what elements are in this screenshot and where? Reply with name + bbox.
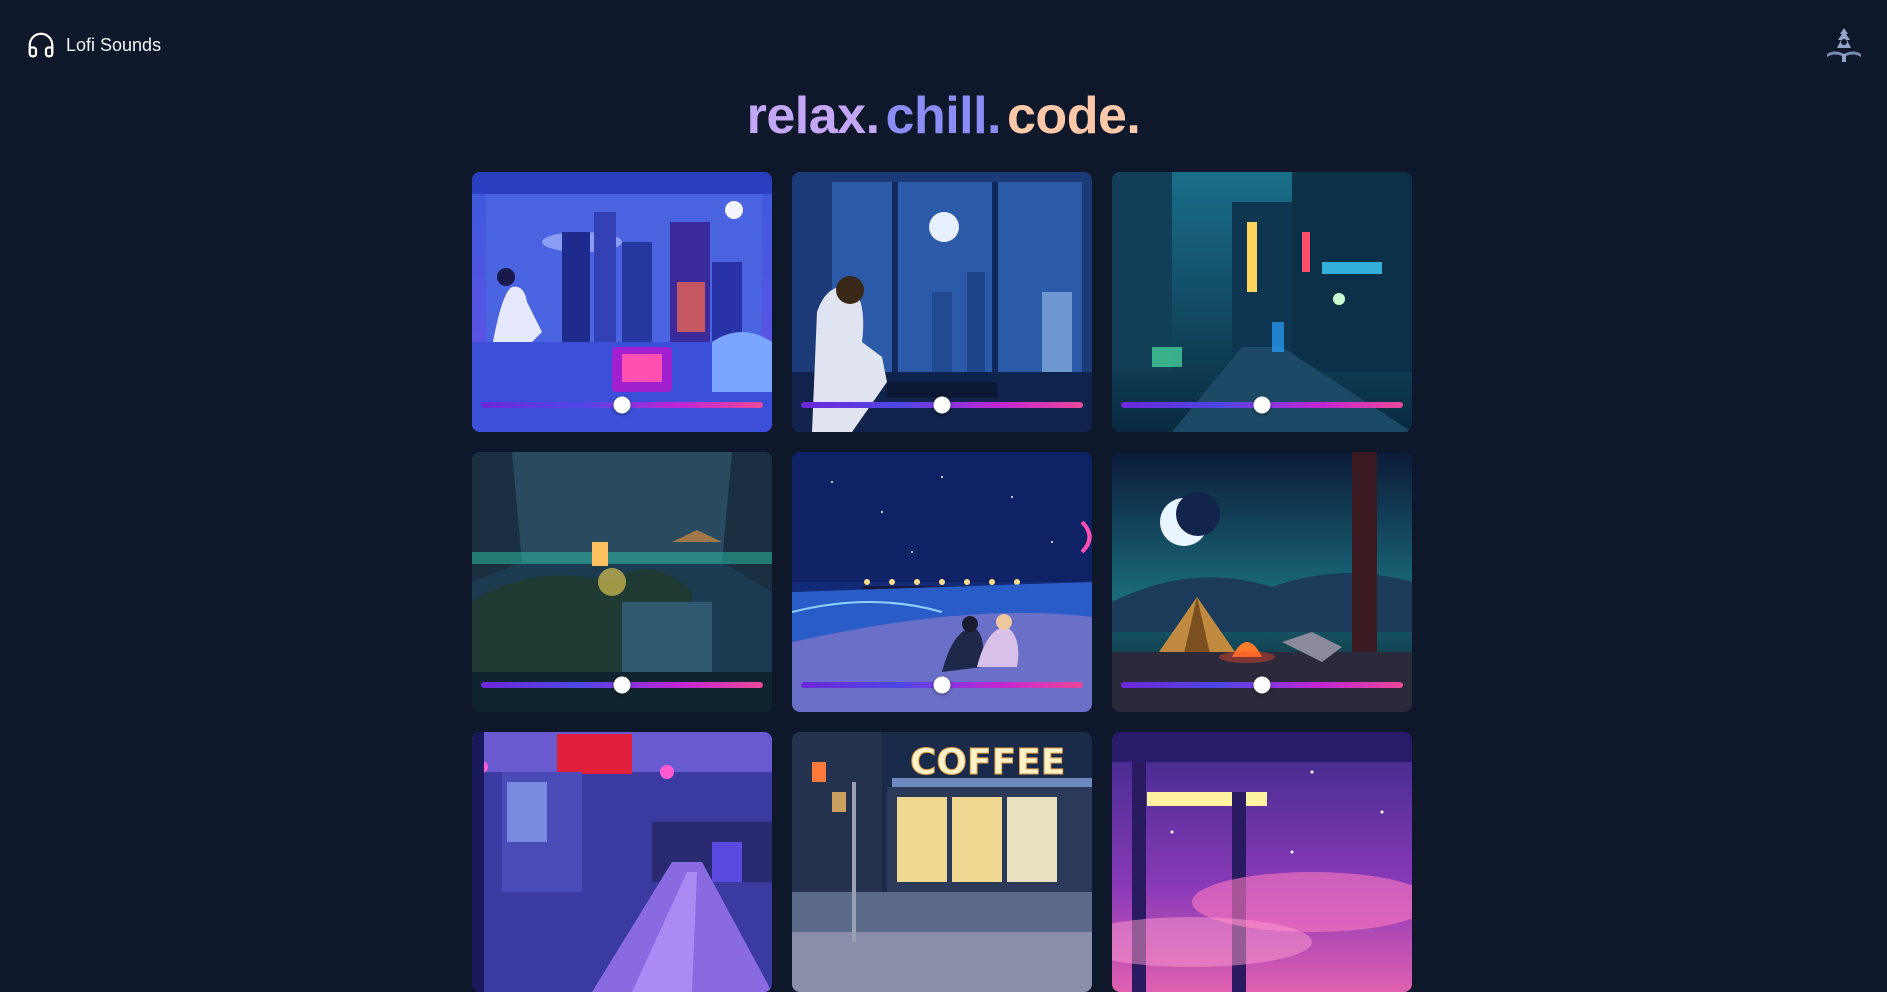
volume-slider[interactable] (801, 676, 1083, 694)
headphones-icon (26, 30, 56, 60)
volume-slider-thumb[interactable] (613, 396, 631, 414)
page-headline: relax. chill. code. (0, 86, 1887, 146)
volume-slider-thumb[interactable] (1253, 396, 1271, 414)
app-title: Lofi Sounds (66, 34, 162, 55)
scene-image (472, 172, 772, 432)
brand-link[interactable]: Lofi Sounds (26, 30, 161, 60)
volume-slider-thumb[interactable] (1253, 676, 1271, 694)
sound-grid: COFFEE (472, 172, 1412, 992)
svg-text:COFFEE: COFFEE (910, 742, 1065, 783)
sound-card[interactable] (792, 172, 1092, 432)
volume-slider[interactable] (1121, 676, 1403, 694)
sound-card[interactable] (1112, 732, 1412, 992)
scene-image (792, 452, 1092, 712)
headline-word-relax: relax. (746, 87, 880, 145)
volume-slider[interactable] (481, 396, 763, 414)
sound-card[interactable] (472, 732, 772, 992)
app-logo-icon[interactable] (1823, 24, 1865, 66)
volume-slider-thumb[interactable] (933, 396, 951, 414)
scene-image (792, 172, 1092, 432)
scene-image (472, 452, 772, 712)
headline-word-chill: chill. (885, 87, 1002, 145)
scene-image (1112, 452, 1412, 712)
headline-word-code: code. (1007, 87, 1141, 145)
volume-slider[interactable] (801, 396, 1083, 414)
sound-card[interactable]: COFFEE (792, 732, 1092, 992)
volume-slider-thumb[interactable] (613, 676, 631, 694)
sound-card[interactable] (472, 172, 772, 432)
sound-card[interactable] (1112, 172, 1412, 432)
scene-image (1112, 172, 1412, 432)
sound-card[interactable] (792, 452, 1092, 712)
sound-card[interactable] (1112, 452, 1412, 712)
volume-slider-thumb[interactable] (933, 676, 951, 694)
volume-slider[interactable] (481, 676, 763, 694)
scene-image (472, 732, 772, 992)
volume-slider[interactable] (1121, 396, 1403, 414)
sound-card[interactable] (472, 452, 772, 712)
scene-image: COFFEE (792, 732, 1092, 992)
header: Lofi Sounds (0, 0, 1887, 90)
scene-image (1112, 732, 1412, 992)
